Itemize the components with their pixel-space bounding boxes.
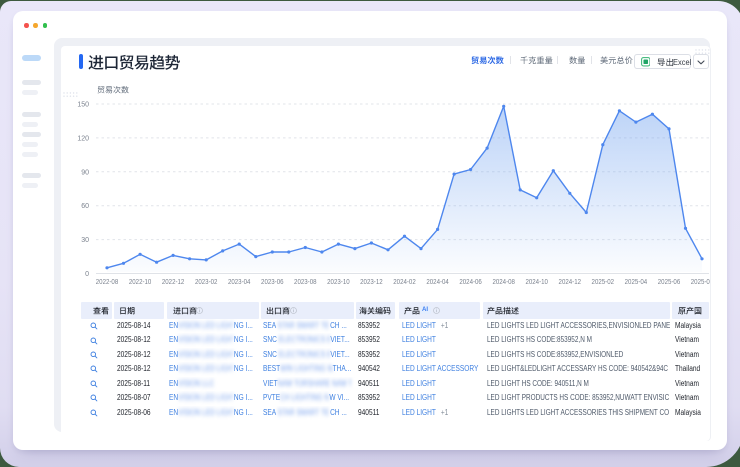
- svg-text:2022-10: 2022-10: [129, 279, 152, 286]
- svg-text:2023-04: 2023-04: [228, 279, 251, 286]
- svg-text:2025-02: 2025-02: [592, 279, 615, 286]
- svg-text:2024-06: 2024-06: [459, 279, 482, 286]
- svg-text:2023-10: 2023-10: [327, 279, 350, 286]
- svg-text:2024-12: 2024-12: [559, 279, 582, 286]
- svg-text:120: 120: [77, 135, 89, 142]
- svg-text:2024-04: 2024-04: [426, 279, 449, 286]
- svg-text:2024-02: 2024-02: [393, 279, 416, 286]
- svg-text:2024-08: 2024-08: [492, 279, 515, 286]
- svg-text:60: 60: [81, 203, 89, 210]
- svg-text:2025-04: 2025-04: [625, 279, 648, 286]
- svg-text:2025-08: 2025-08: [691, 279, 710, 286]
- svg-text:150: 150: [77, 102, 89, 109]
- svg-text:2022-12: 2022-12: [162, 279, 185, 286]
- svg-text:2023-06: 2023-06: [261, 279, 284, 286]
- svg-text:2022-08: 2022-08: [96, 279, 119, 286]
- svg-text:90: 90: [81, 169, 89, 176]
- svg-text:2024-10: 2024-10: [525, 279, 548, 286]
- svg-text:2023-12: 2023-12: [360, 279, 383, 286]
- svg-text:0: 0: [85, 271, 89, 278]
- svg-text:2023-08: 2023-08: [294, 279, 317, 286]
- svg-text:2023-02: 2023-02: [195, 279, 218, 286]
- svg-text:2025-06: 2025-06: [658, 279, 681, 286]
- svg-text:30: 30: [81, 237, 89, 244]
